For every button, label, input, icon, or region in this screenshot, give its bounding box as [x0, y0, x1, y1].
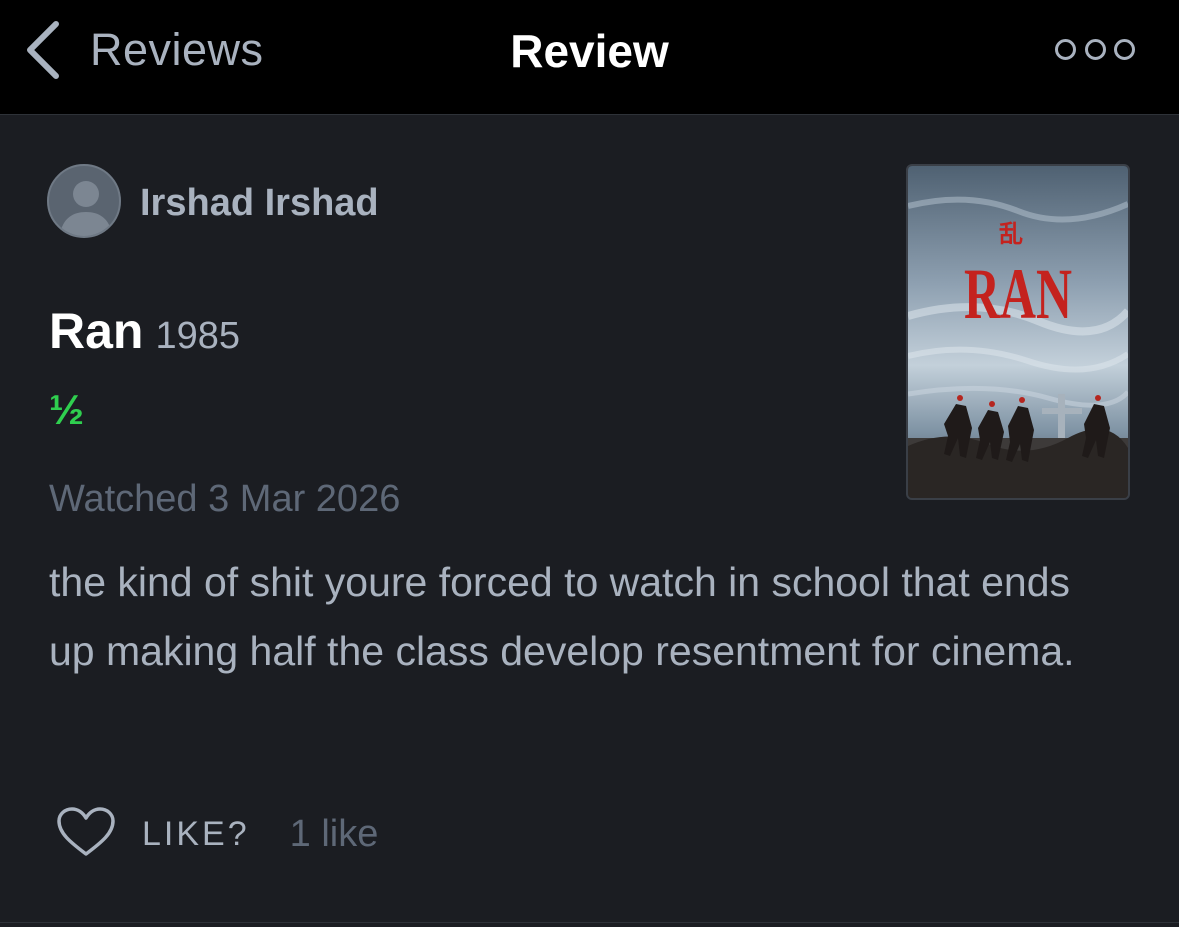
navigation-bar: Reviews Review — [0, 0, 1179, 115]
user-silhouette-icon — [59, 181, 113, 236]
poster-kanji: 乱 — [999, 219, 1023, 248]
film-heading[interactable]: Ran 1985 — [49, 302, 240, 362]
poster-title: RAN — [964, 254, 1072, 334]
back-button-label: Reviews — [90, 24, 264, 75]
film-poster[interactable]: 乱 RAN — [906, 164, 1130, 500]
film-year[interactable]: 1985 — [155, 315, 240, 358]
ellipsis-icon — [1055, 38, 1076, 60]
film-title[interactable]: Ran — [49, 302, 143, 360]
star-rating: ½ — [49, 386, 85, 433]
review-text: the kind of shit youre forced to watch i… — [49, 559, 1075, 674]
more-options-button[interactable] — [1055, 36, 1135, 62]
like-button[interactable]: LIKE? — [56, 806, 250, 863]
ellipsis-icon — [1114, 38, 1135, 60]
avatar[interactable] — [47, 164, 121, 238]
back-button[interactable]: Reviews — [22, 18, 264, 82]
like-label: LIKE? — [142, 814, 250, 853]
like-count[interactable]: 1 like — [290, 813, 379, 856]
author-name[interactable]: Irshad Irshad — [140, 182, 379, 225]
divider — [0, 922, 1179, 923]
heart-icon — [56, 806, 116, 863]
watched-date: Watched 3 Mar 2026 — [49, 478, 401, 520]
ellipsis-icon — [1084, 38, 1106, 60]
chevron-left-icon — [22, 18, 62, 82]
review-actions: LIKE? 1 like — [56, 806, 378, 862]
